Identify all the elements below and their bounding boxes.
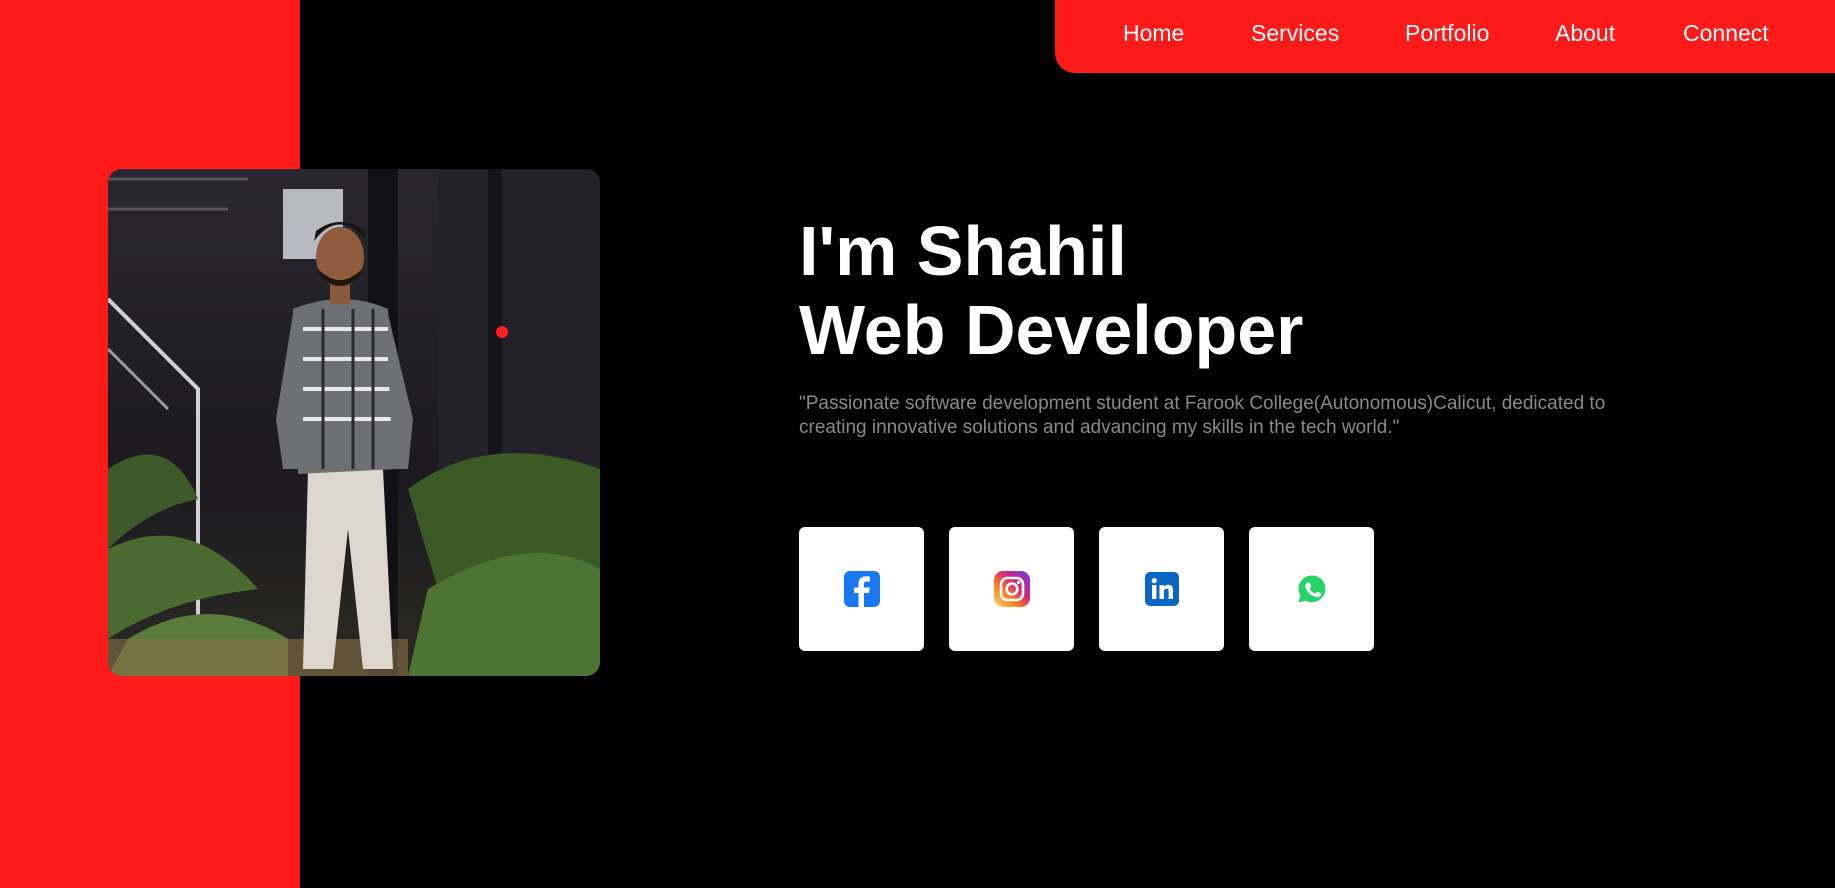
hero-title: I'm Shahil Web Developer: [799, 212, 1303, 370]
facebook-icon: [843, 571, 880, 607]
instagram-button[interactable]: [949, 527, 1074, 651]
facebook-button[interactable]: [799, 527, 924, 651]
social-links: [799, 527, 1374, 651]
hero-name: I'm Shahil: [799, 212, 1127, 290]
nav-about[interactable]: About: [1555, 20, 1615, 47]
nav-services[interactable]: Services: [1251, 20, 1339, 47]
hero-role: Web Developer: [799, 291, 1304, 369]
whatsapp-icon: [1298, 575, 1325, 603]
instagram-icon: [993, 571, 1030, 607]
whatsapp-button[interactable]: [1249, 527, 1374, 651]
linkedin-button[interactable]: [1099, 527, 1224, 651]
top-navigation: Home Services Portfolio About Connect: [1055, 0, 1835, 73]
nav-home[interactable]: Home: [1123, 20, 1184, 47]
linkedin-icon: [1144, 572, 1179, 606]
hero-quote: "Passionate software development student…: [799, 393, 1606, 438]
nav-portfolio[interactable]: Portfolio: [1405, 20, 1489, 47]
nav-connect[interactable]: Connect: [1683, 20, 1769, 47]
page: Home Services Portfolio About Connect I'…: [0, 0, 1835, 888]
profile-photo: [108, 169, 600, 676]
